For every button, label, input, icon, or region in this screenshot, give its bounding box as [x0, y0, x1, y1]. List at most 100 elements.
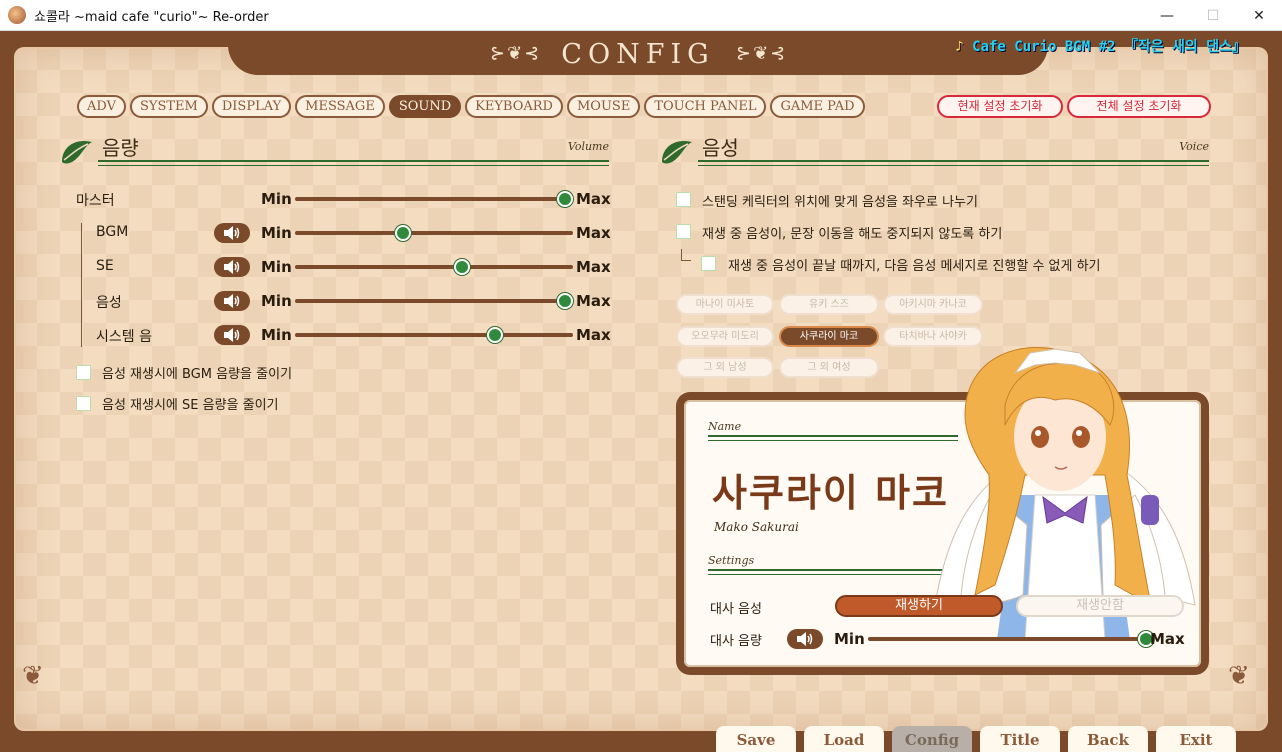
load-button[interactable]: Load	[804, 726, 884, 752]
voice-continue-checkbox[interactable]	[676, 224, 691, 239]
dialogue-volume-label: 대사 음량	[710, 634, 762, 649]
duck-se-label: 음성 재생시에 SE 음량을 줄이기	[102, 398, 279, 413]
volume-slider-knob[interactable]	[395, 225, 411, 241]
bgm-title: Cafe Curio BGM #2 『작은 새의 댄스』	[972, 39, 1246, 55]
title-button[interactable]: Title	[980, 726, 1060, 752]
volume-slider-track[interactable]	[295, 197, 573, 201]
chip-character[interactable]: 마나이 미사토	[676, 294, 774, 315]
volume-row-label: 마스터	[76, 193, 115, 209]
voice-section-header: 음성 Voice	[658, 132, 1209, 172]
volume-tree-line	[81, 223, 82, 347]
tab-keyboard[interactable]: KEYBOARD	[465, 95, 563, 118]
maximize-button[interactable]: ☐	[1190, 0, 1236, 31]
reset-all-button[interactable]: 전체 설정 초기화	[1067, 95, 1211, 118]
min-label: Min	[261, 258, 292, 276]
tab-sound[interactable]: SOUND	[388, 95, 462, 118]
chip-character[interactable]: 그 외 남성	[676, 357, 774, 378]
play-voice-off-button[interactable]: 재생안함	[1016, 595, 1184, 617]
character-roman-name: Mako Sakurai	[714, 520, 799, 534]
volume-slider-track[interactable]	[295, 231, 573, 235]
volume-slider-knob[interactable]	[486, 327, 503, 343]
tab-mouse[interactable]: MOUSE	[566, 95, 641, 118]
play-voice-on-button[interactable]: 재생하기	[835, 595, 1003, 617]
now-playing-bgm: ♪ Cafe Curio BGM #2 『작은 새의 댄스』	[955, 36, 1246, 56]
volume-subtitle: Volume	[567, 140, 609, 153]
volume-slider-track[interactable]	[295, 333, 573, 337]
config-tabs: ADV SYSTEM DISPLAY MESSAGE SOUND KEYBOAR…	[77, 95, 865, 118]
speaker-icon	[224, 294, 240, 308]
app-icon	[8, 6, 26, 24]
max-label: Max	[576, 292, 611, 310]
dialogue-min-label: Min	[834, 630, 865, 648]
chip-character[interactable]: 유키 스즈	[779, 294, 879, 315]
chip-character[interactable]: 아키시마 카나코	[883, 294, 983, 315]
tab-game-pad[interactable]: GAME PAD	[770, 95, 865, 118]
min-label: Min	[261, 292, 292, 310]
mute-button[interactable]	[214, 257, 250, 277]
window-title: 쇼콜라 ~maid cafe "curio"~ Re-order	[34, 9, 269, 25]
tab-adv[interactable]: ADV	[77, 95, 126, 118]
mute-button[interactable]	[214, 325, 250, 345]
chip-character[interactable]: 그 외 여성	[779, 357, 879, 378]
config-header: ⊱❦⊰ CONFIG ⊱❦⊰	[228, 31, 1048, 75]
tab-system[interactable]: SYSTEM	[129, 95, 208, 118]
window-titlebar: 쇼콜라 ~maid cafe "curio"~ Re-order — ☐ ✕	[0, 0, 1282, 31]
speaker-icon	[224, 226, 240, 240]
volume-slider-knob[interactable]	[557, 293, 573, 309]
mute-button[interactable]	[214, 223, 250, 243]
voice-pan-label: 스탠딩 케릭터의 위치에 맞게 음성을 좌우로 나누기	[702, 195, 978, 210]
volume-slider-track[interactable]	[295, 265, 573, 269]
volume-slider-track[interactable]	[295, 299, 573, 303]
chip-character[interactable]: 타치바나 사야카	[883, 326, 983, 347]
tab-touch-panel[interactable]: TOUCH PANEL	[644, 95, 767, 118]
volume-row-label: SE	[96, 258, 114, 274]
max-label: Max	[576, 224, 611, 242]
volume-row-label: BGM	[96, 224, 129, 240]
voice-subtitle: Voice	[1179, 140, 1209, 153]
max-label: Max	[576, 258, 611, 276]
duck-bgm-checkbox[interactable]	[76, 365, 91, 380]
chip-character-selected[interactable]: 사쿠라이 마코	[779, 326, 879, 347]
dialogue-volume-track[interactable]	[868, 637, 1148, 641]
duck-bgm-label: 음성 재생시에 BGM 음량을 줄이기	[102, 367, 293, 382]
minimize-button[interactable]: —	[1144, 0, 1190, 31]
mute-button[interactable]	[214, 291, 250, 311]
leaf-ornament-icon	[662, 140, 692, 164]
max-label: Max	[576, 190, 611, 208]
corner-ornament-bl: ❦	[22, 661, 44, 691]
volume-row-label: 음성	[96, 295, 122, 311]
exit-button[interactable]: Exit	[1156, 726, 1236, 752]
tab-message[interactable]: MESSAGE	[295, 95, 385, 118]
speaker-icon	[797, 632, 813, 646]
voice-wait-label: 재생 중 음성이 끝날 때까지, 다음 음성 메세지로 진행할 수 없게 하기	[728, 259, 1101, 274]
back-button[interactable]: Back	[1068, 726, 1148, 752]
reset-current-button[interactable]: 현재 설정 초기화	[937, 95, 1063, 118]
max-label: Max	[576, 326, 611, 344]
name-label: Name	[708, 420, 742, 433]
volume-slider-knob[interactable]	[557, 191, 573, 207]
voice-title: 음성	[702, 136, 739, 160]
speaker-icon	[224, 260, 240, 274]
page-title: CONFIG	[561, 39, 715, 70]
duck-se-checkbox[interactable]	[76, 396, 91, 411]
voice-continue-label: 재생 중 음성이, 문장 이동을 해도 중지되지 않도록 하기	[702, 227, 1003, 242]
speaker-icon	[224, 328, 240, 342]
voice-pan-checkbox[interactable]	[676, 192, 691, 207]
dialogue-mute-button[interactable]	[787, 629, 823, 649]
save-button[interactable]: Save	[716, 726, 796, 752]
min-label: Min	[261, 326, 292, 344]
tab-display[interactable]: DISPLAY	[211, 95, 292, 118]
volume-row-label: 시스템 음	[96, 329, 152, 345]
corner-ornament-br: ❦	[1228, 661, 1250, 691]
chip-character[interactable]: 오오무라 미도리	[676, 326, 774, 347]
settings-label: Settings	[708, 554, 755, 567]
min-label: Min	[261, 190, 292, 208]
close-button[interactable]: ✕	[1236, 0, 1282, 31]
volume-section-header: 음량 Volume	[58, 132, 609, 172]
sub-option-connector	[681, 249, 691, 261]
config-button[interactable]: Config	[892, 726, 972, 752]
music-note-icon: ♪	[955, 39, 964, 55]
dialogue-max-label: Max	[1150, 630, 1185, 648]
voice-wait-checkbox[interactable]	[701, 256, 716, 271]
dialogue-voice-label: 대사 음성	[710, 602, 762, 617]
